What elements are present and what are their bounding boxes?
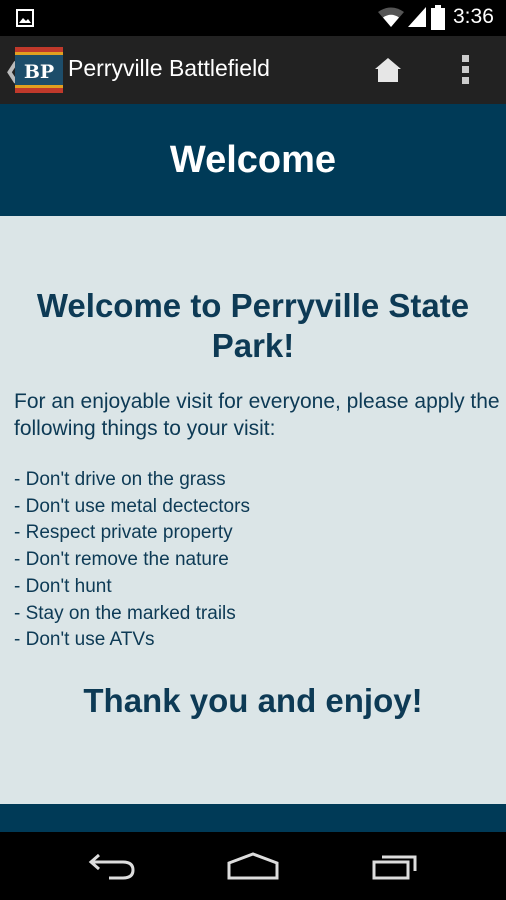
list-item: - Stay on the marked trails [14, 602, 236, 624]
welcome-header: Welcome [0, 104, 506, 216]
nav-bar [0, 832, 506, 900]
overflow-menu-button[interactable] [450, 50, 482, 90]
home-icon [375, 58, 401, 82]
back-button[interactable] [82, 844, 142, 888]
recents-icon [372, 855, 417, 880]
list-item: - Don't use ATVs [14, 629, 155, 651]
list-item: - Don't remove the nature [14, 549, 229, 571]
page-title: Welcome [169, 138, 337, 181]
recents-button[interactable] [365, 844, 425, 888]
main-content: Welcome to Perryville State Park! For an… [0, 216, 506, 804]
list-item: - Don't drive on the grass [14, 469, 226, 490]
list-item: - Don't hunt [14, 575, 112, 597]
image-notification-icon [16, 9, 34, 27]
app-logo-text: BP [24, 61, 54, 83]
app-title: Perryville Battlefield [68, 55, 270, 81]
status-bar: 3:36 [0, 0, 506, 36]
app-logo[interactable]: BP [15, 47, 63, 93]
footer-band [0, 804, 506, 832]
list-item: - Respect private property [14, 522, 233, 544]
intro-text: For an enjoyable visit for everyone, ple… [14, 390, 500, 440]
overflow-menu-icon [462, 55, 469, 84]
park-title: Welcome to Perryville State Park! [36, 287, 470, 364]
home-button[interactable] [368, 50, 408, 90]
closing-text: Thank you and enjoy! [83, 682, 423, 719]
back-icon [88, 853, 135, 880]
home-nav-button[interactable] [223, 844, 283, 888]
home-outline-icon [227, 852, 279, 880]
rules-list: - Don't drive on the grass - Don't use m… [14, 467, 494, 654]
wifi-icon [378, 7, 404, 27]
battery-icon [431, 5, 445, 30]
list-item: - Don't use metal dectectors [14, 495, 250, 517]
signal-icon [408, 7, 426, 27]
status-time: 3:36 [453, 5, 494, 28]
action-bar: ❮ BP Perryville Battlefield [0, 36, 506, 104]
